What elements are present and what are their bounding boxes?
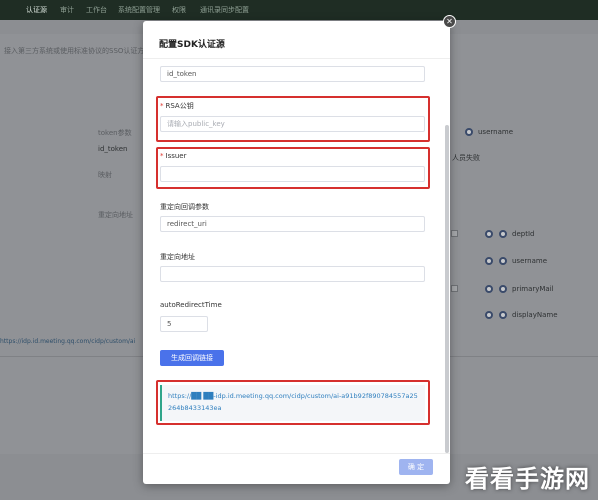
auto-redirect-time-label: autoRedirectTime (160, 301, 222, 309)
top-nav-bar: 认证源 审计 工作台 系统配置管理 权限 通讯录同步配置 (0, 0, 598, 20)
sdk-auth-config-dialog: 配置SDK认证源 id_token * RSA公钥 请输入public_key *… (143, 21, 450, 484)
nav-item-audit[interactable]: 审计 (60, 5, 74, 15)
generate-callback-link-button[interactable]: 生成回调链接 (160, 350, 224, 366)
background-checkbox-icon[interactable] (451, 230, 458, 237)
background-token-param-value: id_token (98, 145, 128, 153)
background-token-param-label: token参数 (98, 129, 132, 137)
rsa-public-key-input[interactable]: 请输入public_key (160, 116, 425, 132)
background-radio-icon[interactable] (485, 230, 493, 238)
background-mapping-option: username (512, 257, 547, 265)
background-radio-icon[interactable] (499, 257, 507, 265)
redirect-param-input[interactable]: redirect_uri (160, 216, 425, 232)
issuer-label-text: Issuer (165, 152, 187, 160)
background-radio-icon[interactable] (499, 311, 507, 319)
generated-callback-url[interactable]: https://██ ██-idp.id.meeting.qq.com/cidp… (160, 385, 425, 421)
background-radio-icon[interactable] (485, 311, 493, 319)
nav-item-auth-source[interactable]: 认证源 (26, 5, 47, 15)
dialog-title: 配置SDK认证源 (159, 40, 225, 50)
dialog-header-divider (143, 58, 450, 59)
background-radio-icon[interactable] (485, 285, 493, 293)
background-mapping-label: 映射 (98, 171, 112, 179)
background-mapping-option: username (478, 128, 513, 136)
required-mark: * (160, 102, 164, 110)
nav-item-directory-sync[interactable]: 通讯录同步配置 (200, 5, 249, 15)
background-description: 接入第三方系统或使用标准协议的SSO认证方式 (4, 47, 152, 55)
close-icon[interactable]: ✕ (443, 15, 456, 28)
background-mapping-option: deptId (512, 230, 535, 238)
redirect-url-label: 重定向地址 (160, 253, 195, 261)
background-radio-icon[interactable] (499, 230, 507, 238)
background-radio-icon[interactable] (499, 285, 507, 293)
token-param-input[interactable]: id_token (160, 66, 425, 82)
background-radio-icon[interactable] (465, 128, 473, 136)
required-mark: * (160, 152, 164, 160)
nav-item-permission[interactable]: 权限 (172, 5, 186, 15)
background-redirect-label: 重定向地址 (98, 211, 133, 219)
background-radio-icon[interactable] (485, 257, 493, 265)
redirect-url-input[interactable] (160, 266, 425, 282)
issuer-input[interactable] (160, 166, 425, 182)
rsa-label-text: RSA公钥 (165, 102, 194, 110)
background-checkbox-icon[interactable] (451, 285, 458, 292)
watermark: 看看手游网 (465, 465, 590, 493)
redirect-param-label: 重定向回调参数 (160, 203, 209, 211)
background-mapping-option: displayName (512, 311, 558, 319)
background-extra-label: 人员失败 (452, 154, 480, 162)
rsa-public-key-label: * RSA公钥 (160, 101, 194, 111)
nav-item-system-config[interactable]: 系统配置管理 (118, 5, 160, 15)
nav-item-workbench[interactable]: 工作台 (86, 5, 107, 15)
background-callback-link[interactable]: https://idp.id.meeting.qq.com/cidp/custo… (0, 338, 135, 345)
issuer-label: * Issuer (160, 152, 186, 160)
confirm-button[interactable]: 确 定 (399, 459, 433, 475)
background-mapping-option: primaryMail (512, 285, 554, 293)
dialog-scrollbar[interactable] (445, 125, 449, 453)
dialog-footer-divider (143, 453, 450, 454)
auto-redirect-time-input[interactable]: 5 (160, 316, 208, 332)
